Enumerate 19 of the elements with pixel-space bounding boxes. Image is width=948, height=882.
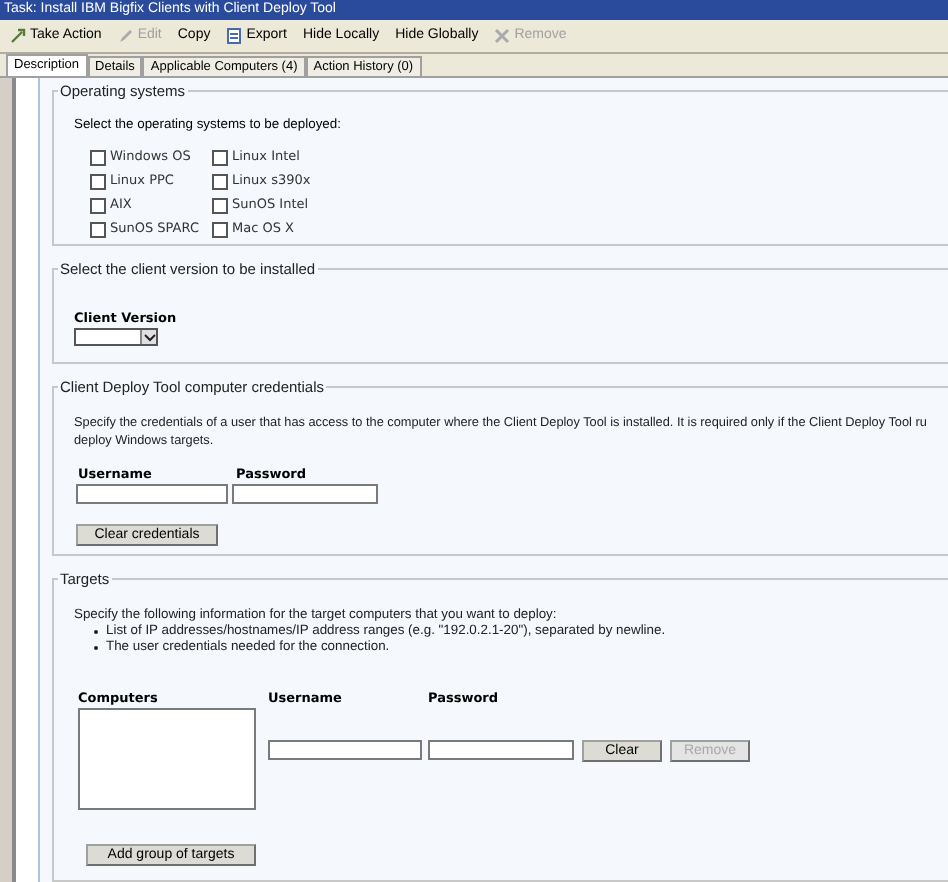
text-field[interactable] bbox=[76, 483, 228, 504]
text-field[interactable] bbox=[268, 739, 422, 760]
checkbox[interactable] bbox=[90, 197, 106, 213]
arrow-icon bbox=[10, 28, 26, 44]
document-icon bbox=[226, 28, 243, 44]
chevron-down-icon bbox=[140, 330, 156, 345]
checkbox[interactable] bbox=[212, 149, 228, 165]
checkbox[interactable] bbox=[90, 221, 106, 237]
checkbox[interactable] bbox=[212, 173, 228, 189]
checkbox[interactable] bbox=[212, 221, 228, 237]
dropdown[interactable] bbox=[74, 328, 158, 347]
close-icon bbox=[494, 28, 511, 44]
pencil-icon bbox=[117, 28, 134, 44]
checkbox[interactable] bbox=[212, 197, 228, 213]
checkbox[interactable] bbox=[90, 149, 106, 165]
computers-list[interactable] bbox=[78, 707, 256, 810]
checkbox[interactable] bbox=[90, 173, 106, 189]
text-field[interactable] bbox=[232, 483, 378, 504]
text-field[interactable] bbox=[428, 739, 574, 760]
